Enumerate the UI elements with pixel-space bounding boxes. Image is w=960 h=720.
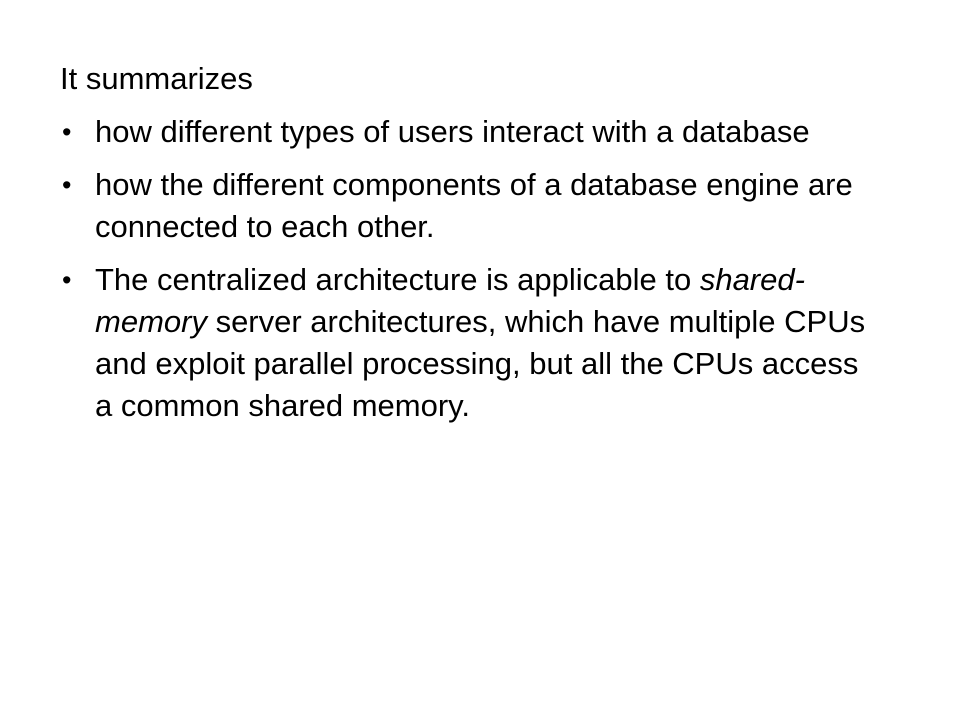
bullet-icon: •: [62, 265, 72, 295]
slide-body: It summarizes • how different types of u…: [60, 58, 880, 438]
bullet-item-3: • The centralized architecture is applic…: [60, 259, 880, 427]
slide: It summarizes • how different types of u…: [0, 0, 960, 720]
bullet-text: how the different components of a databa…: [95, 167, 853, 244]
bullet-item-1: • how different types of users interact …: [60, 111, 880, 153]
bullet-icon: •: [62, 170, 72, 200]
intro-text: It summarizes: [60, 61, 253, 96]
bullet-text-pre: The centralized architecture is applicab…: [95, 262, 700, 297]
bullet-text: how different types of users interact wi…: [95, 114, 810, 149]
bullet-list: • how different types of users interact …: [60, 111, 880, 427]
bullet-text-post: server architectures, which have multipl…: [95, 304, 866, 423]
bullet-item-2: • how the different components of a data…: [60, 164, 880, 248]
bullet-icon: •: [62, 117, 72, 147]
